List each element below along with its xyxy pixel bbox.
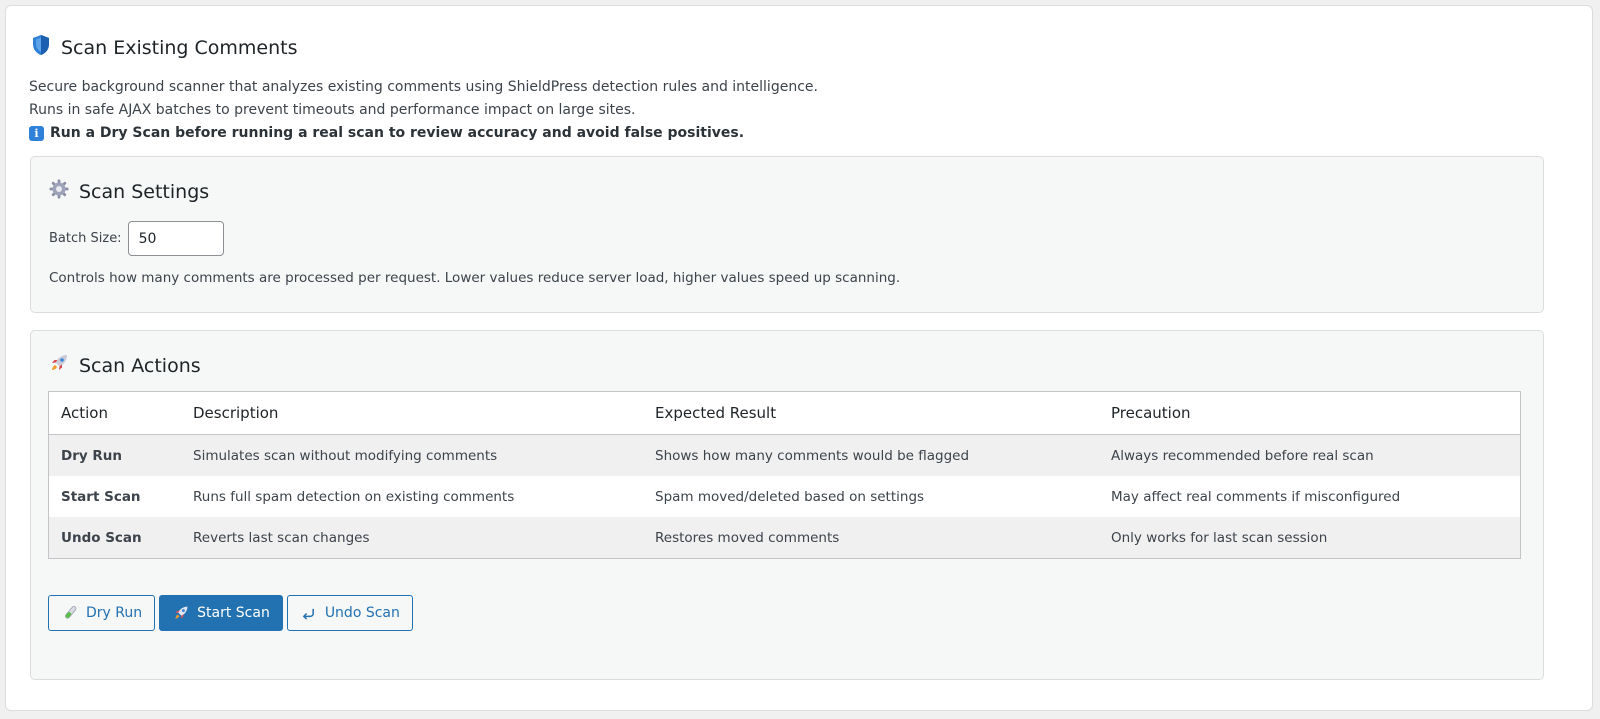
rocket-icon [49,353,69,378]
scan-actions-table: Action Description Expected Result Preca… [48,391,1521,559]
row-expected-result: Shows how many comments would be flagged [643,434,1099,476]
gear-icon [49,179,69,204]
scan-actions-card: Scan Actions Action Description Expected… [30,330,1544,680]
scan-settings-title-text: Scan Settings [79,180,210,203]
row-description: Simulates scan without modifying comment… [181,434,643,476]
dry-run-button-label: Dry Run [86,605,143,621]
row-description: Reverts last scan changes [181,517,643,559]
start-scan-button[interactable]: Start Scan [159,595,283,631]
scan-settings-card: Scan Settings Batch Size: Controls how m… [30,156,1544,313]
scan-actions-title-text: Scan Actions [79,354,201,377]
batch-size-input[interactable] [127,221,224,256]
row-expected-result: Restores moved comments [643,517,1099,559]
row-precaution: Always recommended before real scan [1099,434,1521,476]
batch-size-row: Batch Size: [49,221,224,256]
column-header-precaution: Precaution [1099,391,1521,435]
row-description: Runs full spam detection on existing com… [181,476,643,517]
scan-action-buttons: Dry Run Start Scan Undo Scan [48,595,413,631]
dry-scan-note: i Run a Dry Scan before running a real s… [29,122,818,145]
info-icon: i [29,126,44,141]
row-expected-result: Spam moved/deleted based on settings [643,476,1099,517]
column-header-description: Description [181,391,643,435]
undo-arrow-icon [300,604,318,622]
scan-existing-comments-panel: Scan Existing Comments Secure background… [5,5,1593,711]
scan-settings-title: Scan Settings [49,179,209,204]
intro: Secure background scanner that analyzes … [29,76,818,145]
table-row: Undo Scan Reverts last scan changes Rest… [48,517,1521,559]
dry-scan-note-text: Run a Dry Scan before running a real sca… [50,125,745,141]
row-precaution: Only works for last scan session [1099,517,1521,559]
intro-line-1: Secure background scanner that analyzes … [29,79,818,95]
intro-line-2: Runs in safe AJAX batches to prevent tim… [29,102,636,118]
column-header-expected-result: Expected Result [643,391,1099,435]
rocket-icon [172,604,190,622]
batch-size-label: Batch Size: [49,231,122,246]
page-title: Scan Existing Comments [31,34,298,61]
table-row: Dry Run Simulates scan without modifying… [48,434,1521,476]
row-action: Undo Scan [48,517,181,559]
row-precaution-warning: May affect real comments if misconfigure… [1099,476,1521,517]
column-header-action: Action [48,391,181,435]
table-header-row: Action Description Expected Result Preca… [48,391,1521,435]
start-scan-button-label: Start Scan [197,605,270,621]
undo-scan-button-label: Undo Scan [324,605,400,621]
scan-actions-title: Scan Actions [49,353,201,378]
page-title-text: Scan Existing Comments [61,36,298,59]
row-action: Dry Run [48,434,181,476]
undo-scan-button[interactable]: Undo Scan [286,595,413,631]
dry-run-button[interactable]: Dry Run [48,595,156,631]
test-tube-icon [61,604,79,622]
row-action: Start Scan [48,476,181,517]
shield-icon [31,34,51,61]
table-row: Start Scan Runs full spam detection on e… [48,476,1521,517]
batch-size-help: Controls how many comments are processed… [49,270,901,286]
